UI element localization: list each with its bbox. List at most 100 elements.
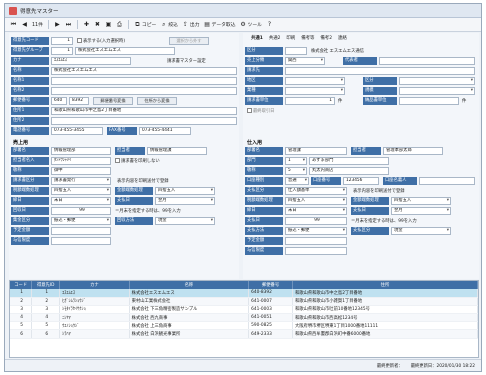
b-account-number-input[interactable]: 123456 (343, 177, 379, 185)
remove-selection-button[interactable]: 選択から外す (169, 37, 209, 45)
column-header[interactable]: 得意先ID (31, 281, 61, 289)
r-billto-input[interactable] (285, 67, 475, 75)
tab-common2[interactable]: 共通2 (269, 35, 281, 41)
record-count-button[interactable]: 11件 (31, 21, 44, 28)
kana-input[interactable]: ｴｽｴﾑｴｽ (51, 57, 131, 65)
table-row[interactable]: 5 5 ｳｴﾉｼｮｳｼﾞ 株式会社 上三角商事 590-0825 大阪府堺市堺区堺東1丁目… (10, 321, 478, 331)
tab-common1[interactable]: 共通1 (251, 35, 263, 41)
r-area-select[interactable] (285, 77, 345, 85)
b-tax-round-select[interactable]: 四捨五入 (285, 197, 347, 205)
tool-button[interactable]: ⚙ ツール (239, 21, 263, 28)
r-class-input[interactable] (285, 47, 307, 55)
prev-button[interactable]: ◀ (20, 21, 29, 28)
b-pay-method-select[interactable]: 振込・郵便 (285, 227, 347, 235)
table-row[interactable]: 4 4 ﾆｼﾔﾏ 株式会社 西九商事 641-0051 和歌山県和歌山市西高松1234号 (10, 313, 478, 323)
column-header[interactable]: 名称 (129, 281, 250, 289)
b-pay-month-select[interactable]: 翌月 (391, 207, 451, 215)
r-last-trade-checkbox[interactable]: 最終取引日 (247, 108, 274, 114)
b-amount-round-select[interactable]: 四捨五入 (391, 197, 451, 205)
invoice-type-select[interactable]: 請求書発行 (51, 177, 111, 185)
r-scale-select[interactable] (399, 87, 475, 95)
dept-input[interactable]: 情報管理部 (51, 147, 111, 155)
credit-limit-input[interactable] (51, 237, 111, 245)
name-input[interactable]: 株式会社エスエムエス (51, 67, 237, 75)
address1-input[interactable]: 和歌山県和歌山市中之島2丁目番地 (51, 107, 237, 115)
b-title-select[interactable]: 5 (285, 167, 307, 175)
b-dept-input[interactable]: 管理課 (285, 147, 347, 155)
r-industry-select[interactable] (285, 87, 345, 95)
b-pay-type-select[interactable]: 仕入額基準 (285, 187, 347, 195)
b-section-select[interactable]: 1 (285, 157, 307, 165)
cutoff-select[interactable]: 末日 (51, 197, 111, 205)
tab-notes[interactable]: 備考等 (301, 35, 314, 41)
tab-notes2[interactable]: 備考2 (320, 35, 332, 41)
r-delivery-unit-input[interactable] (399, 97, 459, 105)
fax-input[interactable]: 073-455-4441 (139, 127, 191, 135)
tab-print[interactable]: 印刷 (286, 35, 295, 41)
table-row[interactable]: 1 1 ｴｽｴﾑｴｽ 株式会社エスエムエス 640-8392 和歌山県和歌山市中之島2丁目… (10, 289, 478, 298)
b-person-label: 担当者 (351, 147, 381, 155)
rep-input[interactable]: ﾀﾝﾄｳｼｬﾒｲ (51, 157, 111, 165)
title-input[interactable]: 御中 (51, 167, 111, 175)
b-cutoff-select[interactable]: 末日 (285, 207, 347, 215)
group-name-input[interactable]: 株式会社エスエムエス (75, 47, 175, 55)
pay-month-select[interactable]: 翌月 (155, 197, 215, 205)
b-person-input[interactable]: 管理本部太郎 (383, 147, 443, 155)
tax-round-select[interactable]: 四捨五入 (51, 187, 111, 195)
delete-button[interactable]: ✖ (93, 21, 102, 28)
prev-icon: ◀ (22, 21, 27, 28)
save-button[interactable]: ▣ (104, 21, 113, 28)
data-button[interactable]: ▤ データ取込 (203, 21, 237, 28)
help-button[interactable]: ? (265, 21, 274, 28)
column-header[interactable]: コード (10, 281, 33, 289)
next-button[interactable]: ▶ (53, 21, 62, 28)
first-button[interactable]: ⏮ (9, 21, 18, 28)
tab-contact[interactable]: 連絡 (338, 35, 347, 41)
b-pay-day-input[interactable]: 99 (285, 217, 347, 225)
zip-input-2[interactable]: 8392 (69, 97, 89, 105)
table-row[interactable]: 2 2 ﾋｶﾞｼﾑﾗｼｮｳｼﾞ 東村山工業株式会社 641-0007 和歌山県和歌山市小雑… (10, 297, 478, 306)
export-button[interactable]: ⇪ 出力 (181, 21, 201, 28)
r-invoice-unit-input[interactable]: 1 (285, 97, 335, 105)
r-division-select[interactable] (399, 77, 475, 85)
invoice-type-label: 請求書区分 (11, 177, 49, 185)
column-header[interactable]: 郵便番号 (248, 281, 293, 289)
amount-round-select[interactable]: 四捨五入 (155, 187, 215, 195)
person-input[interactable]: 情報管理課 (147, 147, 207, 155)
planned-amount-input[interactable] (51, 227, 111, 235)
new-button[interactable]: ✚ (82, 21, 91, 28)
tel-input[interactable]: 073-455-3455 (51, 127, 103, 135)
code-input[interactable]: 1 (51, 37, 73, 45)
b-planned-amount-input[interactable] (285, 237, 347, 245)
last-button[interactable]: ⏭ (64, 21, 73, 28)
b-credit-limit-input[interactable] (285, 247, 347, 255)
column-header[interactable]: カナ (59, 281, 130, 289)
zip-convert-button[interactable]: 郵便番号変換 (93, 97, 133, 105)
table-cell: 641-0051 (248, 313, 293, 323)
no-print-checkbox[interactable]: 請求書を印刷しない (115, 158, 160, 164)
b-pay-method-label: 支払方法 (245, 227, 283, 235)
b-pay-class-select[interactable]: 現金 (391, 227, 451, 235)
name2-input[interactable] (51, 87, 237, 95)
column-header[interactable]: 住所 (292, 281, 478, 289)
print-button[interactable]: ⎙ (115, 21, 124, 28)
collect-day-input[interactable]: 99 (51, 207, 111, 215)
address2-input[interactable] (51, 117, 237, 125)
b-account-holder-input[interactable] (419, 177, 475, 185)
r-sales-category-select[interactable]: 関西 (285, 57, 325, 65)
address-convert-button[interactable]: 住所から変換 (137, 97, 177, 105)
title-label: 敬称 (11, 167, 49, 175)
b-bank-type-select[interactable]: 普通 (285, 177, 309, 185)
table-row[interactable]: 3 3 ｼﾓﾀｲﾗｾｲｻｸｼｮ 株式会社 下三角精密製造サンプル 641-0003 和歌山… (10, 305, 478, 315)
table-cell: 640-8392 (248, 289, 293, 298)
collect-type-select[interactable]: 振込・郵便 (51, 217, 111, 225)
group-code-input[interactable]: 1 (51, 47, 73, 55)
name1-input[interactable] (51, 77, 237, 85)
copy-button[interactable]: ⧉ コピー (133, 21, 157, 28)
search-button[interactable]: ⌕ 絞込 (159, 21, 179, 28)
display-checkbox[interactable]: 表示する(入力選択時) (77, 38, 125, 44)
zip-input-1[interactable]: 640 (51, 97, 67, 105)
table-row[interactable]: 6 6 ｼﾗﾊﾏ 株式会社 白浜観光事業所 649-2333 和歌山県西牟婁郡白浜町中番6… (10, 329, 478, 339)
collect-method-select[interactable]: 現金 (155, 217, 215, 225)
r-representative-input[interactable] (379, 57, 475, 65)
